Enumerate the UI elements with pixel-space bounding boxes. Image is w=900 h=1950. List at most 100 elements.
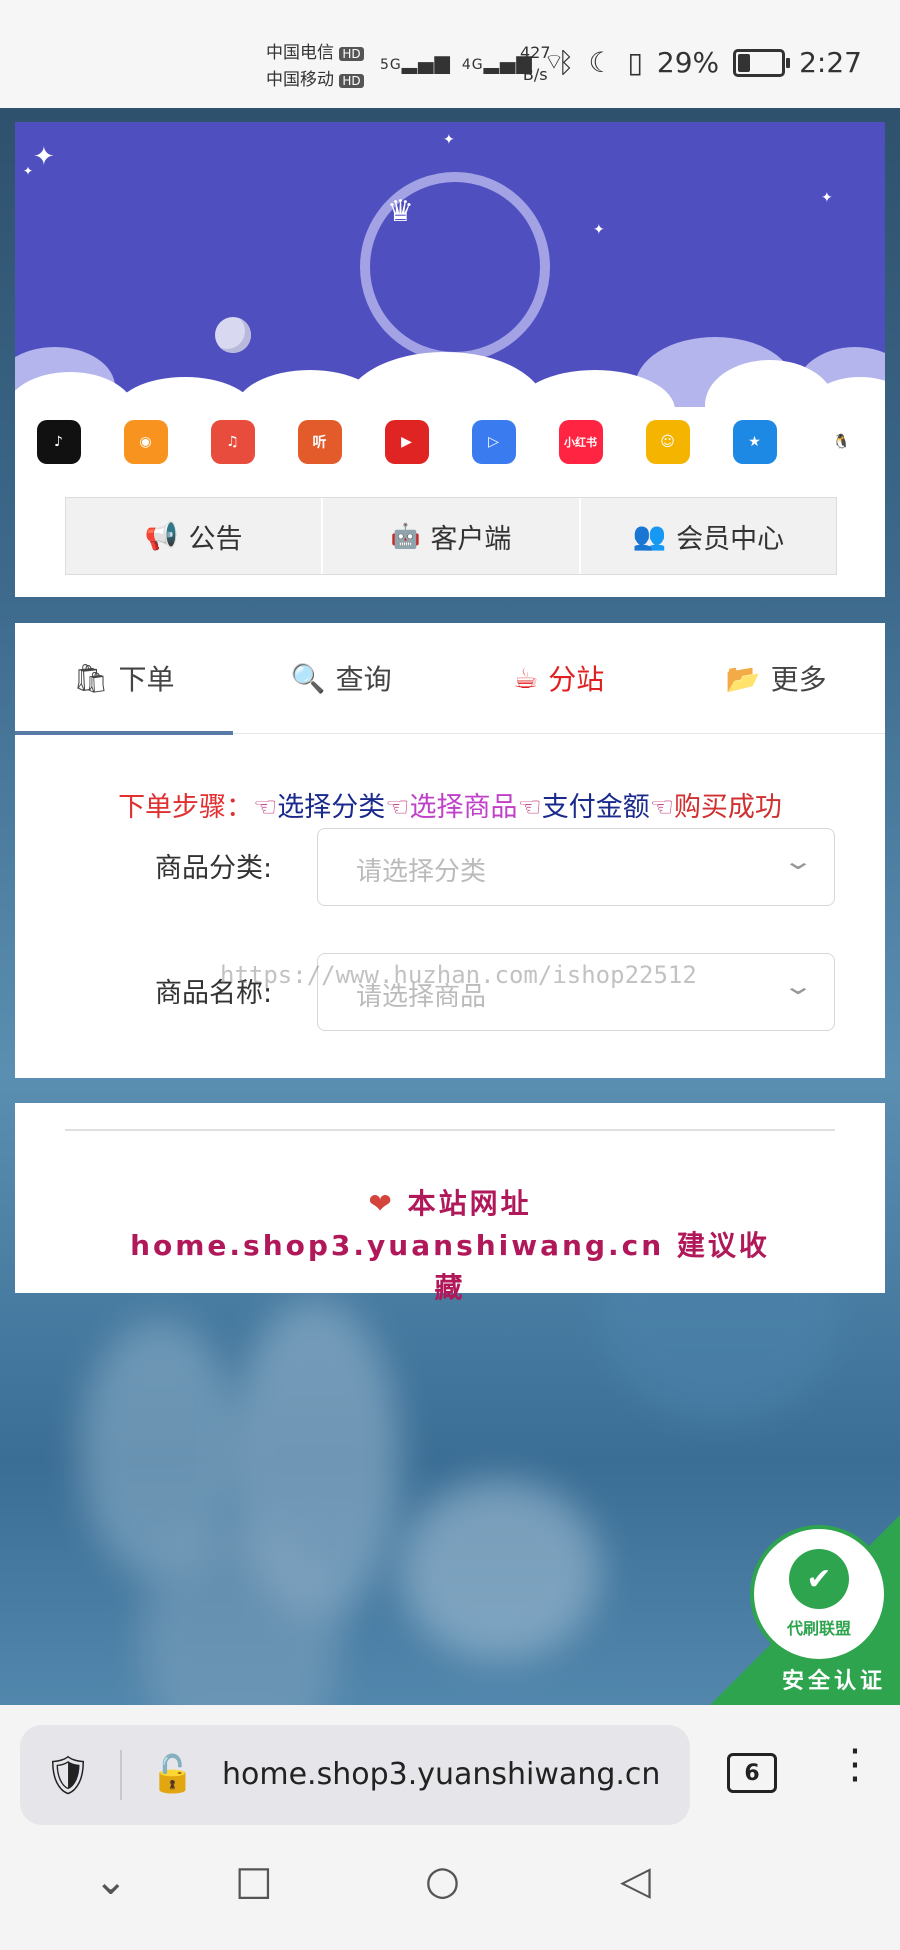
hd-badge: HD (339, 74, 364, 88)
badge-label: 代刷联盟 (786, 1619, 851, 1638)
step-2: 选择商品 (409, 792, 518, 823)
address-bar[interactable]: 🛡 🔓 home.shop3.yuanshiwang.cn (20, 1725, 690, 1825)
net-5g: 5G (380, 57, 402, 73)
banner: ✦ ✦ ✦ ✦ ✦ ♛ (15, 122, 885, 407)
tab-query[interactable]: 🔍 查询 (233, 623, 451, 733)
step-4: 购买成功 (673, 792, 782, 823)
cloud-shape (345, 352, 545, 407)
tab-query-label: 查询 (335, 663, 392, 696)
search-icon: 🔍 (290, 661, 326, 695)
moon-icon (215, 317, 251, 353)
chevron-down-icon: ⌄ (781, 972, 815, 1000)
site-note-text: 本站网址 home.shop3.yuanshiwang.cn 建议收藏 (130, 1187, 770, 1304)
order-steps: 下单步骤：☜选择分类☜选择商品☜支付金额☜购买成功 (15, 785, 885, 824)
qzone-app-icon[interactable]: ★ (732, 420, 777, 464)
star-icon: ✦ (593, 222, 605, 238)
tab-order[interactable]: 🛍 下单 (15, 623, 233, 735)
video-app-icon[interactable]: ▶ (384, 420, 429, 464)
more-menu-icon[interactable]: · · · (845, 1732, 865, 1800)
header-button-row: 📢 公告 🤖 客户端 👥 会员中心 (65, 497, 837, 575)
star-icon: ✦ (821, 190, 833, 206)
shopping-bag-icon: 🛍 (72, 661, 109, 695)
bluetooth-icon: ᛒ (557, 46, 575, 79)
url-text: home.shop3.yuanshiwang.cn (222, 1757, 661, 1792)
battery-icon (733, 48, 791, 77)
background-blob (400, 1480, 600, 1660)
status-right: ᛒ ☾ ▯ 29% 2:27 (558, 46, 862, 79)
music-app-icon[interactable]: ♫ (210, 420, 255, 464)
nav-back-icon[interactable]: ◁ (620, 1858, 651, 1904)
hand-icon: ☜ (649, 792, 674, 823)
order-tabs: 🛍 下单 🔍 查询 ☕ 分站 📂 更多 (15, 623, 886, 735)
hd-badge: HD (339, 47, 364, 61)
tab-more-label: 更多 (770, 663, 827, 696)
chevron-down-icon: ⌄ (781, 847, 815, 875)
net-4g: 4G (461, 57, 484, 73)
net-speed: 427 B/s (520, 42, 551, 86)
star-icon: ✦ (443, 132, 455, 148)
app-icon-strip: ♪ ◉ ♫ 听 ▶ ▷ 小红书 ☺ ★ 🐧 (15, 407, 885, 477)
android-icon: 🤖 (390, 522, 421, 550)
watermark: https://www.huzhan.com/ishop22512 (220, 961, 697, 989)
separator (120, 1750, 122, 1800)
tab-switcher-button[interactable]: 6 (727, 1753, 777, 1793)
order-card: 🛍 下单 🔍 查询 ☕ 分站 📂 更多 下单步骤：☜选择分类☜选择商品☜支付金额… (15, 623, 885, 1078)
category-label: 商品分类: (155, 853, 273, 884)
tab-substation-label: 分站 (548, 663, 605, 696)
star-icon: ✦ (23, 164, 34, 178)
member-label: 会员中心 (676, 523, 785, 555)
member-center-button[interactable]: 👥 会员中心 (580, 498, 836, 574)
nav-down-icon[interactable]: ⌄ (94, 1858, 128, 1904)
system-nav-bar: ⌄ □ ○ ◁ (0, 1830, 900, 1950)
header-card: ✦ ✦ ✦ ✦ ✦ ♛ ♪ ◉ ♫ 听 ▶ ▷ 小红书 ☺ ★ 🐧 📢 公告 🤖 客户端 👥 会员… (15, 122, 885, 597)
hand-icon: ☜ (253, 792, 278, 823)
hand-icon: ☜ (517, 792, 542, 823)
nav-home-icon[interactable]: ○ (425, 1858, 460, 1904)
client-label: 客户端 (430, 523, 512, 555)
category-select[interactable]: 请选择分类 ⌄ (317, 828, 835, 906)
douyin-app-icon[interactable]: ♪ (36, 420, 81, 464)
xiaohongshu-app-icon[interactable]: 小红书 (558, 420, 603, 464)
badge-ribbon-text: 安全认证 (781, 1669, 886, 1694)
category-row: 商品分类: 请选择分类 ⌄ (15, 828, 885, 908)
megaphone-icon: 📢 (144, 521, 179, 552)
tab-more[interactable]: 📂 更多 (668, 623, 886, 733)
tab-substation[interactable]: ☕ 分站 (450, 623, 668, 733)
character-app-icon[interactable]: ☺ (645, 420, 690, 464)
badge-seal: ✔ 代刷联盟 (750, 1525, 888, 1663)
clock: 2:27 (799, 46, 862, 79)
users-icon: 👥 (632, 521, 667, 552)
notice-button[interactable]: 📢 公告 (66, 498, 324, 574)
nav-recents-icon[interactable]: □ (235, 1858, 273, 1904)
site-url-card: ❤ 本站网址 home.shop3.yuanshiwang.cn 建议收藏 (15, 1103, 885, 1304)
lock-check-icon: ✔ (789, 1549, 849, 1609)
steps-prefix: 下单步骤： (118, 792, 254, 823)
signal-icon: ▂▄▆ (401, 50, 451, 74)
crown-icon: ♛ (387, 194, 414, 229)
cloud-shape (115, 377, 255, 407)
carrier-2: 中国移动 (266, 70, 334, 90)
tab-order-label: 下单 (118, 663, 175, 696)
notice-label: 公告 (188, 523, 243, 555)
hand-icon: ☜ (385, 792, 410, 823)
insecure-lock-icon[interactable]: 🔓 (150, 1753, 195, 1795)
shield-icon[interactable]: 🛡 (44, 1753, 92, 1798)
client-button[interactable]: 🤖 客户端 (323, 498, 581, 574)
carrier-info: 中国电信 HD 中国移动 HD (266, 40, 364, 94)
heart-icon: ❤ (368, 1187, 395, 1220)
battery-percent: 29% (656, 46, 720, 79)
star-icon: ✦ (33, 142, 55, 172)
step-1: 选择分类 (277, 792, 386, 823)
step-3: 支付金额 (541, 792, 650, 823)
ting-app-icon[interactable]: 听 (297, 420, 342, 464)
kuaishou-app-icon[interactable]: ◉ (123, 420, 168, 464)
moon-icon: ☾ (588, 46, 614, 79)
site-note: ❤ 本站网址 home.shop3.yuanshiwang.cn 建议收藏 (125, 1183, 775, 1309)
security-badge[interactable]: ✔ 代刷联盟 安全认证 (705, 1515, 900, 1705)
folder-icon: 📂 (725, 661, 761, 695)
player-app-icon[interactable]: ▷ (471, 420, 516, 464)
coffee-icon: ☕ (513, 661, 539, 695)
category-placeholder: 请选择分类 (356, 857, 487, 887)
divider (65, 1129, 835, 1131)
qq-app-icon[interactable]: 🐧 (819, 420, 864, 464)
